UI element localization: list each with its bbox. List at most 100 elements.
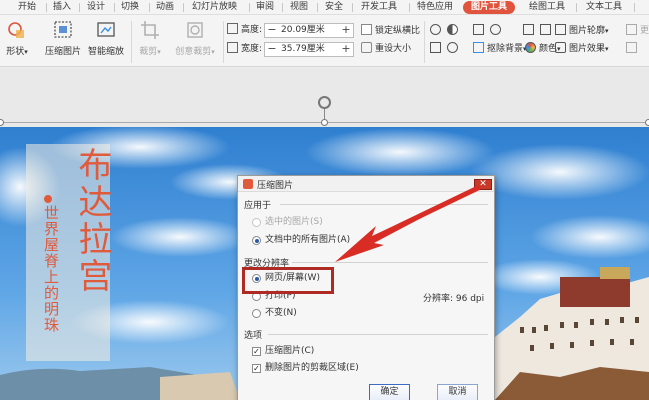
reset-picture-button[interactable] [626,42,640,56]
flip-icon[interactable] [539,24,551,35]
height-decrement-button[interactable]: − [265,24,279,37]
remove-background-label: 抠除背景 [487,44,524,54]
picture-effects-button[interactable]: 图片效果▾ [555,42,609,56]
extra-icons-row [523,24,554,38]
group-divider [280,204,488,205]
dialog-title: 压缩图片 [257,181,294,191]
width-increment-button[interactable]: + [339,43,353,56]
menu-separator [576,3,577,12]
width-decrement-button[interactable]: − [265,43,279,56]
bullet-dot [44,195,52,203]
smart-zoom-label: 智能缩放 [87,47,124,57]
tab-picture-tools[interactable]: 图片工具 [463,1,516,14]
radio-selected-pictures-label: 选中的图片(S) [265,217,323,227]
resize-handle-top-right[interactable] [645,119,649,126]
group-divider [268,334,488,335]
picture-outline-icon [555,24,566,35]
options-group-label: 选项 [244,331,263,341]
tab-insert[interactable]: 插入 [53,0,71,15]
height-spinner[interactable]: − 20.09厘米 + [264,23,354,38]
app-logo-icon [243,179,253,189]
slide-subtitle[interactable]: 世界屋脊上的明珠 [41,205,62,333]
menu-separator [79,3,80,12]
menu-separator [183,3,184,12]
height-label-group: 高度: [227,23,262,37]
lock-ratio-label: 锁定纵横比 [375,26,421,36]
color-icon [525,42,536,53]
menu-separator [282,3,283,12]
rotate-icon[interactable] [489,24,501,35]
smart-zoom-button[interactable]: 智能缩放 [86,19,126,57]
tab-review[interactable]: 审阅 [256,0,274,15]
reset-size-icon [361,42,372,53]
chevron-down-icon: ▾ [605,27,609,35]
height-input[interactable]: 20.09厘米 [281,24,325,37]
tab-text-tools[interactable]: 文本工具 [586,0,622,15]
compress-picture-button[interactable]: 压缩图片 [43,19,83,57]
menu-separator [352,3,353,12]
slide-title[interactable]: 布达拉宫 [68,147,117,295]
compress-picture-icon [54,21,72,38]
tab-featured[interactable]: 特色应用 [417,0,453,15]
height-label: 高度: [241,25,263,35]
width-input[interactable]: 35.79厘米 [281,43,325,56]
reset-size-button[interactable]: 重设大小 [361,42,411,56]
tab-animation[interactable]: 动画 [156,0,174,15]
highlight-box [242,267,334,294]
tab-developer[interactable]: 开发工具 [361,0,397,15]
reset-picture-icon [626,42,637,53]
blur-icon[interactable] [446,42,458,53]
shape-label: 形状 [6,47,25,57]
group-divider [292,262,488,263]
checkbox-icon: ✓ [252,347,261,356]
checkbox-delete-cropped-label: 删除图片的剪裁区域(E) [265,363,359,373]
radio-icon [252,236,261,245]
ok-button[interactable]: 确定 [369,384,410,400]
sharpen-icon[interactable] [430,42,441,53]
shape-icon [8,22,24,38]
menu-separator [46,3,47,12]
width-label: 宽度: [241,44,263,54]
tab-drawing-tools[interactable]: 绘图工具 [529,0,565,15]
chevron-down-icon: ▾ [157,48,161,56]
radio-all-pictures-label: 文档中的所有图片(A) [265,235,351,245]
rotate-handle[interactable] [318,96,331,109]
checkbox-icon: ✓ [252,364,261,373]
tab-security[interactable]: 安全 [325,0,343,15]
change-picture-button[interactable]: 更 [626,24,649,38]
tab-start[interactable]: 开始 [18,0,36,15]
picture-effects-label: 图片效果 [569,44,606,54]
height-icon [227,23,238,34]
tab-slideshow[interactable]: 幻灯片放映 [192,0,237,15]
chevron-down-icon: ▾ [605,45,609,53]
ribbon-divider [424,21,425,63]
remove-background-button[interactable]: 抠除背景▾ [473,42,527,56]
radio-icon [252,309,261,318]
tab-view[interactable]: 视图 [290,0,308,15]
width-icon [227,42,238,53]
smart-zoom-icon [97,22,115,37]
tab-design[interactable]: 设计 [87,0,105,15]
adjust-icons-row-2 [430,42,461,56]
picture-outline-button[interactable]: 图片轮廓▾ [555,24,609,38]
adjust-icons-row [430,24,461,38]
close-icon: ✕ [479,179,487,189]
creative-crop-button[interactable]: 创意裁剪▾ [170,19,220,57]
width-label-group: 宽度: [227,42,262,56]
resize-handle-top[interactable] [321,119,328,126]
contrast-icon[interactable] [446,24,458,35]
crop-icon [141,21,159,39]
remove-background-icon [473,42,484,53]
close-button[interactable]: ✕ [474,179,492,190]
tab-transition[interactable]: 切换 [121,0,139,15]
ribbon-divider [223,21,224,63]
height-increment-button[interactable]: + [339,24,353,37]
picture-frame-icon[interactable] [523,24,534,35]
transparent-icon[interactable] [473,24,484,35]
shape-button[interactable]: 形状▾ [3,19,31,57]
crop-button[interactable]: 裁剪▾ [136,19,164,57]
width-spinner[interactable]: − 35.79厘米 + [264,42,354,57]
cancel-button[interactable]: 取消 [437,384,478,400]
lock-ratio-checkbox[interactable]: 锁定纵横比 [361,24,420,38]
brightness-icon[interactable] [430,24,441,35]
